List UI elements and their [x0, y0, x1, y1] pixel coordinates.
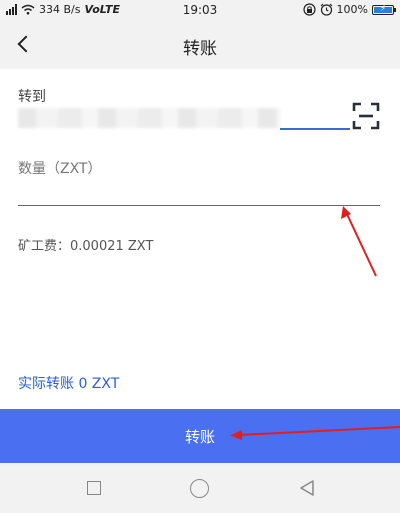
system-nav-bar	[0, 463, 400, 513]
app-bar: 转账	[0, 20, 400, 69]
actual-transfer-text: 实际转账 0 ZXT	[18, 376, 120, 392]
lock-rotation-icon	[302, 3, 316, 16]
back-triangle-icon[interactable]	[298, 479, 316, 497]
scan-icon[interactable]	[352, 102, 380, 130]
screen: 334 B/s VoLTE 19:03 100% ⚡ 转账 转到 数量（ZXT）…	[0, 0, 400, 513]
amount-input[interactable]	[18, 158, 380, 206]
transfer-button-label: 转账	[184, 427, 215, 446]
battery-charging-icon: ⚡	[372, 4, 396, 15]
blurred-address	[18, 108, 280, 128]
miner-fee-text: 矿工费：0.00021 ZXT	[18, 239, 154, 254]
status-bar: 334 B/s VoLTE 19:03 100% ⚡	[0, 0, 400, 20]
recipient-label: 转到	[18, 89, 46, 105]
battery-percent: 100%	[336, 3, 368, 16]
address-underline	[280, 128, 350, 130]
page-title: 转账	[183, 39, 217, 59]
annotation-arrow-amount	[341, 206, 377, 277]
home-icon[interactable]	[190, 479, 209, 498]
transfer-button[interactable]: 转账	[0, 409, 400, 463]
alarm-icon	[320, 3, 332, 16]
recent-apps-icon[interactable]	[87, 481, 101, 495]
status-right: 100% ⚡	[302, 3, 396, 16]
recipient-address-input[interactable]	[18, 104, 350, 130]
